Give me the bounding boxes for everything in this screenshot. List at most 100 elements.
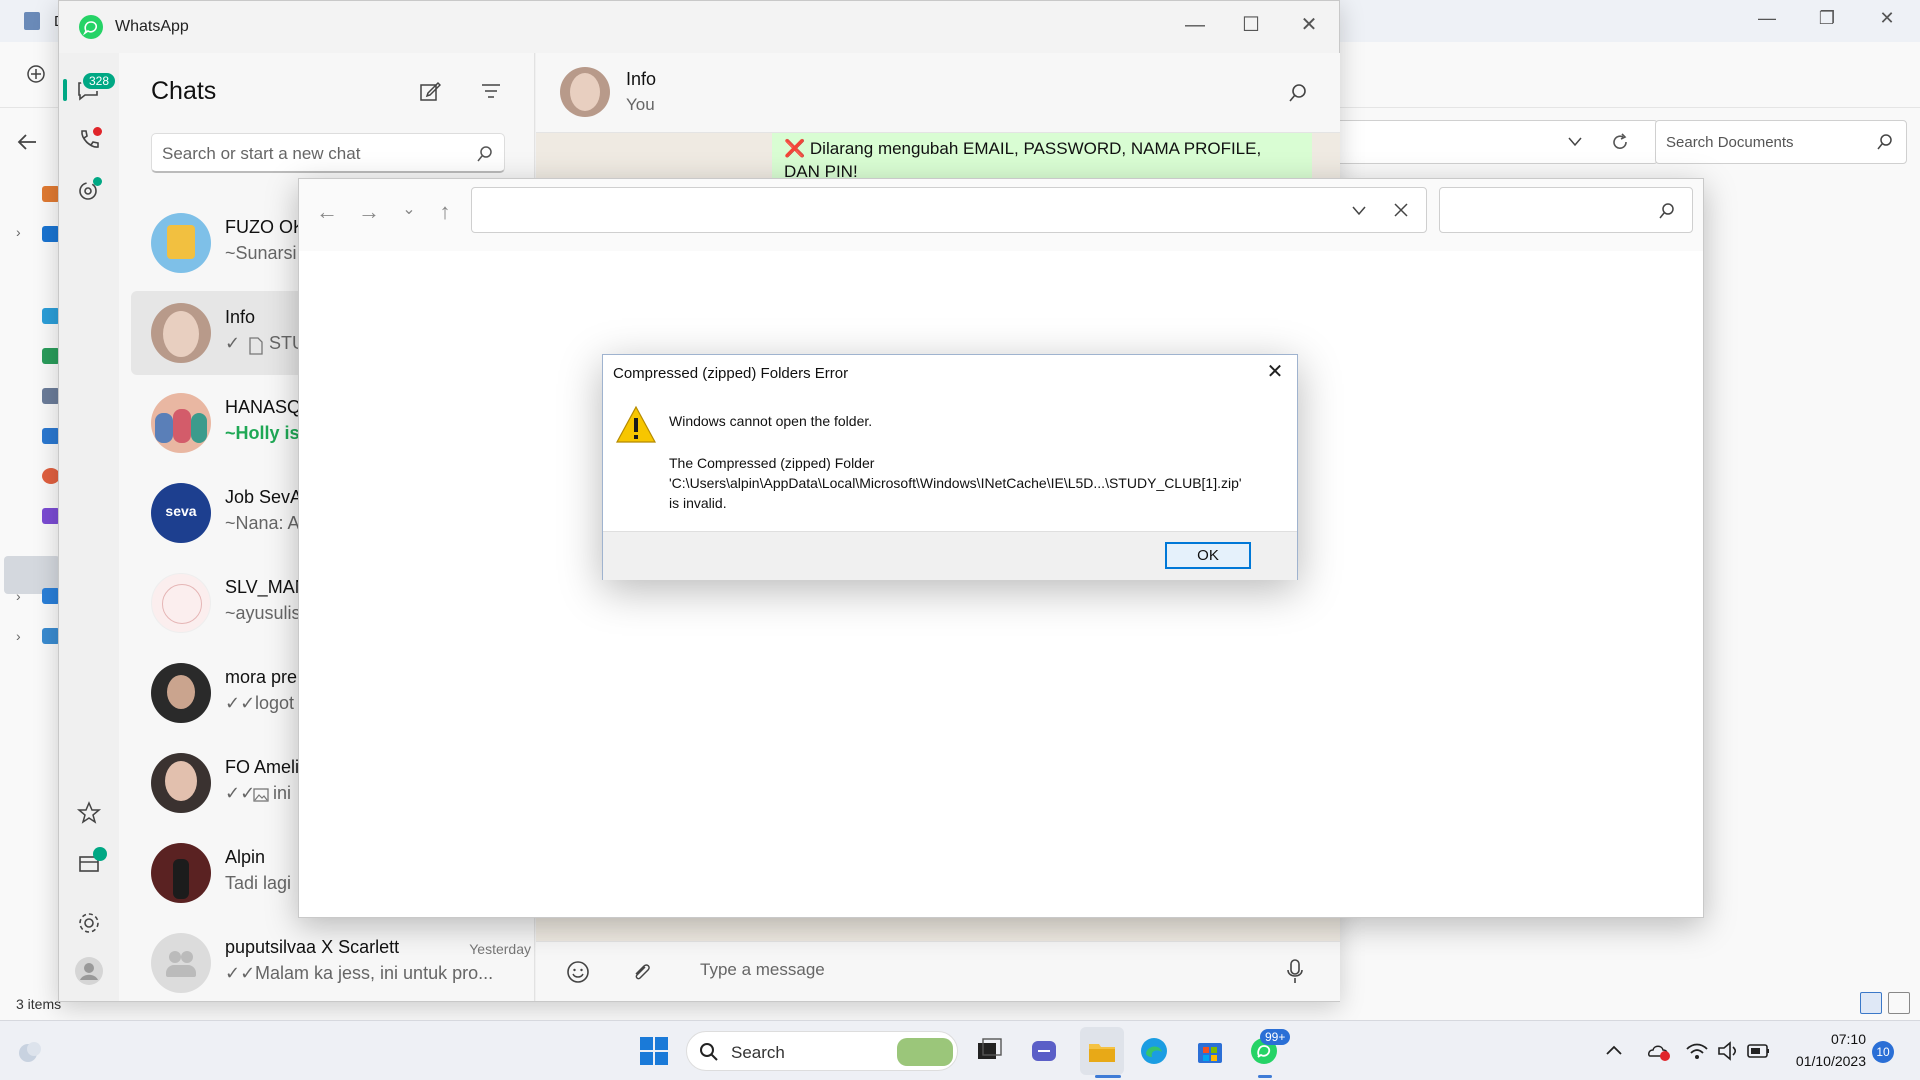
chevron-down-icon[interactable]: [1352, 206, 1366, 216]
search-icon: [477, 146, 492, 162]
profile-avatar-icon[interactable]: [73, 955, 105, 987]
starred-icon[interactable]: [73, 797, 105, 829]
conversation-avatar[interactable]: [560, 67, 610, 117]
group-avatar-icon: [151, 933, 211, 993]
clear-x-icon[interactable]: [1394, 203, 1408, 217]
chat-search-placeholder: Search or start a new chat: [162, 144, 361, 163]
task-view-icon[interactable]: [974, 1035, 1006, 1067]
onedrive-sync-icon[interactable]: [1646, 1039, 1678, 1071]
dialog-message: Windows cannot open the folder.: [669, 413, 873, 429]
explorer-search-input[interactable]: [1439, 187, 1693, 233]
chat-row[interactable]: puputsilvaa X Scarlett Yesterday ✓✓ Mala…: [131, 921, 531, 1005]
whatsapp-title: WhatsApp: [115, 18, 189, 35]
new-plus-icon[interactable]: [26, 64, 46, 84]
clock-time[interactable]: 07:10: [1790, 1031, 1866, 1047]
search-icon[interactable]: [1288, 83, 1308, 103]
battery-icon[interactable]: [1746, 1039, 1778, 1071]
edge-browser-icon[interactable]: [1138, 1035, 1170, 1067]
back-arrow-icon[interactable]: [16, 132, 38, 152]
close-icon[interactable]: ✕: [1289, 11, 1329, 39]
refresh-icon[interactable]: [1610, 132, 1630, 152]
expand-chevron-icon[interactable]: ›: [16, 628, 21, 644]
chat-name: puputsilvaa X Scarlett: [225, 937, 400, 957]
chat-preview: Malam ka jess, ini untuk pro...: [255, 963, 494, 983]
chat-preview: Tadi lagi: [225, 873, 292, 893]
chevron-down-icon[interactable]: [1568, 137, 1582, 147]
filter-icon[interactable]: [481, 83, 501, 99]
whatsapp-logo-icon: [79, 15, 103, 39]
archived-mention-dot: [93, 847, 107, 861]
up-arrow-icon[interactable]: ↑: [429, 199, 461, 231]
rail-active-indicator: [63, 79, 67, 101]
weather-icon[interactable]: [14, 1035, 46, 1067]
start-windows-icon[interactable]: [638, 1035, 670, 1067]
image-icon: [253, 788, 269, 802]
expand-chevron-icon[interactable]: ›: [16, 224, 21, 240]
whatsapp-nav-rail: 328: [59, 53, 119, 1001]
taskbar-search-label: Search: [731, 1043, 785, 1062]
chat-preview: logot: [255, 693, 295, 713]
close-icon[interactable]: ✕: [1253, 355, 1297, 389]
teams-chat-icon[interactable]: [1028, 1035, 1060, 1067]
explorer-nav-pane: › › ›: [0, 178, 60, 998]
restore-icon[interactable]: ❐: [1812, 8, 1842, 32]
back-arrow-icon[interactable]: ←: [311, 199, 343, 231]
chevron-up-icon[interactable]: [1602, 1039, 1634, 1071]
taskbar-search[interactable]: Search: [686, 1031, 958, 1071]
status-bar-text: 3 items: [16, 996, 62, 1012]
maximize-icon[interactable]: ☐: [1231, 11, 1271, 39]
microsoft-store-icon[interactable]: [1194, 1035, 1226, 1067]
new-chat-icon[interactable]: [419, 81, 441, 103]
file-explorer-icon[interactable]: [1086, 1035, 1118, 1067]
view-toggle: [1860, 992, 1910, 1014]
forward-arrow-icon[interactable]: →: [353, 199, 385, 231]
search-icon: [700, 1043, 718, 1061]
close-icon[interactable]: ✕: [1872, 8, 1902, 32]
dialog-detail-line: is invalid.: [669, 495, 727, 511]
emoji-icon[interactable]: [566, 960, 590, 984]
address-bar[interactable]: [471, 187, 1427, 233]
explorer-address-bar[interactable]: [1340, 120, 1658, 164]
error-dialog: Compressed (zipped) Folders Error ✕ Wind…: [602, 354, 1298, 580]
microphone-icon[interactable]: [1286, 958, 1304, 986]
minimize-icon[interactable]: —: [1175, 11, 1215, 39]
message-input[interactable]: Type a message: [700, 960, 825, 980]
recent-locations-chevron-icon[interactable]: ⌄: [393, 199, 425, 231]
volume-icon[interactable]: [1716, 1039, 1748, 1071]
chat-avatar: seva: [151, 483, 211, 543]
dialog-detail-path: 'C:\Users\alpin\AppData\Local\Microsoft\…: [669, 475, 1242, 491]
compose-bar: Type a message: [536, 941, 1340, 1001]
chat-name: Info: [225, 307, 256, 327]
wifi-icon[interactable]: [1684, 1039, 1716, 1071]
dialog-title: Compressed (zipped) Folders Error: [613, 365, 849, 382]
chat-search-input[interactable]: Search or start a new chat: [151, 133, 505, 173]
explorer-fg-toolbar: ← → ⌄ ↑: [299, 179, 1703, 251]
notification-count-badge[interactable]: 10: [1872, 1041, 1894, 1063]
chat-avatar: [151, 303, 211, 363]
chat-avatar: [151, 213, 211, 273]
clock-date[interactable]: 01/10/2023: [1784, 1053, 1866, 1069]
whatsapp-titlebar: WhatsApp — ☐ ✕: [59, 1, 1339, 53]
dialog-detail: The Compressed (zipped) Folder 'C:\Users…: [669, 453, 1242, 513]
search-documents-placeholder: Search Documents: [1666, 134, 1794, 151]
chat-preview: ini: [273, 783, 292, 803]
chat-preview: ~Sunarsi: [225, 243, 297, 263]
chat-avatar: [151, 663, 211, 723]
expand-chevron-icon[interactable]: ›: [16, 588, 21, 604]
details-view-icon[interactable]: [1860, 992, 1882, 1014]
settings-gear-icon[interactable]: [73, 907, 105, 939]
attach-paperclip-icon[interactable]: [630, 960, 652, 984]
taskbar: Search 99+ 07:10 01/10/2023 10: [0, 1020, 1920, 1080]
chat-avatar: [151, 843, 211, 903]
sent-check-icon: ✓: [225, 333, 241, 353]
chat-name: mora pre: [225, 667, 298, 687]
ok-button[interactable]: OK: [1165, 542, 1251, 569]
chat-name: Alpin: [225, 847, 266, 867]
conversation-header[interactable]: Info You: [536, 53, 1340, 133]
search-documents-input[interactable]: Search Documents: [1655, 120, 1907, 164]
tiles-view-icon[interactable]: [1888, 992, 1910, 1014]
minimize-icon[interactable]: —: [1752, 8, 1782, 32]
read-check-icon: ✓✓: [225, 693, 256, 713]
chat-avatar: [151, 573, 211, 633]
chat-name: FUZO OK: [225, 217, 305, 237]
